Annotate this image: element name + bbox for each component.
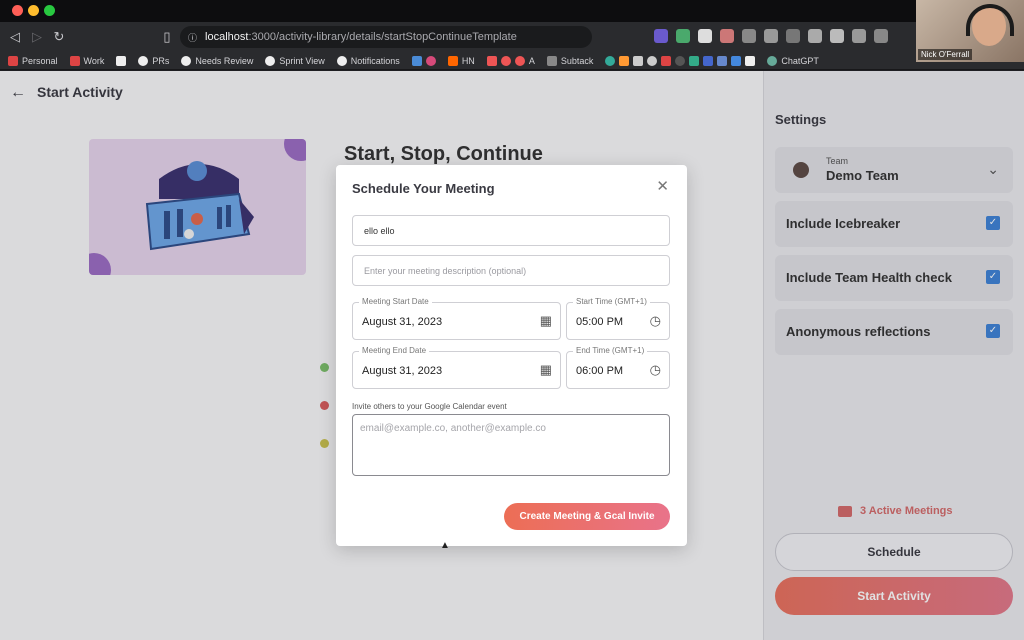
end-time-label: End Time (GMT+1) [573, 346, 648, 355]
clock-icon[interactable]: ◷ [650, 313, 661, 329]
end-date-label: Meeting End Date [359, 346, 430, 355]
github-icon [265, 55, 276, 66]
bookmark-personal[interactable]: Personal [8, 55, 58, 66]
bookmark-work[interactable]: Work [69, 55, 104, 66]
chatgpt-icon [767, 55, 778, 66]
extension-icon[interactable] [742, 29, 756, 43]
start-date-picker[interactable]: Meeting Start Date August 31, 2023 ▦ [352, 297, 561, 340]
app-icon [731, 55, 742, 66]
start-time-label: Start Time (GMT+1) [573, 297, 650, 306]
gmail-icon [8, 55, 18, 66]
bookmark-sprint-view[interactable]: Sprint View [265, 55, 325, 66]
extension-icon[interactable] [720, 29, 734, 43]
end-time-value: 06:00 PM [576, 365, 624, 377]
bookmark-needs-review[interactable]: Needs Review [181, 55, 253, 66]
extension-icon[interactable] [852, 29, 866, 43]
extension-icon[interactable] [830, 29, 844, 43]
modal-title: Schedule Your Meeting [352, 181, 495, 196]
headphones-image [966, 4, 1014, 36]
extension-icon[interactable] [808, 29, 822, 43]
start-date-label: Meeting Start Date [359, 297, 432, 306]
end-date-value: August 31, 2023 [362, 365, 443, 377]
meeting-description-input[interactable]: Enter your meeting description (optional… [352, 255, 670, 286]
bookmark-icons[interactable] [605, 55, 756, 66]
close-icon[interactable]: ✕ [656, 177, 669, 195]
bookmark-notifications[interactable]: Notifications [336, 55, 400, 66]
app-icon [675, 55, 686, 66]
extensions-row [654, 29, 888, 43]
app-icon [605, 55, 616, 66]
close-window-button[interactable] [12, 5, 23, 16]
invite-emails-textarea[interactable]: email@example.co, another@example.co [352, 414, 670, 476]
calendar-icon[interactable]: ▦ [540, 313, 552, 329]
app-icon [633, 55, 644, 66]
info-icon: ⓘ [188, 32, 198, 43]
github-icon [138, 55, 149, 66]
bookmark-a[interactable]: A [486, 55, 535, 66]
window-titlebar [0, 0, 1024, 22]
video-call-thumbnail: Nick O'Ferrall [916, 0, 1024, 62]
back-icon[interactable]: ◁ [4, 29, 26, 45]
extension-icon[interactable] [654, 29, 668, 43]
hacker-news-icon [447, 55, 458, 66]
app-icon [425, 55, 436, 66]
github-icon [336, 55, 347, 66]
url-path: :3000/activity-library/details/startStop… [248, 31, 517, 43]
extension-icon[interactable] [786, 29, 800, 43]
trello-icon [116, 55, 127, 66]
meeting-name-input[interactable]: ello ello [352, 215, 670, 246]
mouse-cursor-icon: ▲ [440, 540, 450, 551]
start-time-value: 05:00 PM [576, 316, 624, 328]
start-time-picker[interactable]: Start Time (GMT+1) 05:00 PM ◷ [566, 297, 670, 340]
address-bar[interactable]: ⓘ localhost :3000/activity-library/detai… [180, 26, 592, 48]
gmail-icon [69, 55, 80, 66]
minimize-window-button[interactable] [28, 5, 39, 16]
bookmark-hn[interactable]: HN [447, 55, 475, 66]
app-icon [745, 55, 756, 66]
schedule-meeting-modal: Schedule Your Meeting ✕ ello ello Enter … [336, 165, 687, 546]
app-icon [689, 55, 700, 66]
reload-icon[interactable]: ↻ [48, 29, 70, 45]
end-time-picker[interactable]: End Time (GMT+1) 06:00 PM ◷ [566, 346, 670, 389]
participant-name: Nick O'Ferrall [918, 49, 973, 60]
extension-icon[interactable] [874, 29, 888, 43]
bookmark-misc[interactable] [411, 55, 436, 66]
app-icon [661, 55, 672, 66]
bookmark-icon[interactable]: ▯ [156, 29, 178, 45]
url-host: localhost [205, 31, 249, 43]
bookmarks-bar: Personal Work PRs Needs Review Sprint Vi… [0, 52, 1024, 70]
app-icon [619, 55, 630, 66]
zoom-window-button[interactable] [44, 5, 55, 16]
app-icon [411, 55, 422, 66]
clock-icon[interactable]: ◷ [650, 362, 661, 378]
calendar-icon[interactable]: ▦ [540, 362, 552, 378]
app-icon [500, 55, 511, 66]
bookmark-chatgpt[interactable]: ChatGPT [767, 55, 819, 66]
extension-icon[interactable] [698, 29, 712, 43]
forward-icon[interactable]: ▷ [26, 29, 48, 45]
bookmark-prs[interactable]: PRs [138, 55, 169, 66]
invite-label: Invite others to your Google Calendar ev… [352, 402, 507, 411]
extension-icon[interactable] [764, 29, 778, 43]
app-icon [703, 55, 714, 66]
app-icon [717, 55, 728, 66]
github-icon [181, 55, 192, 66]
bookmark-subtack[interactable]: Subtack [546, 55, 593, 66]
extension-icon[interactable] [676, 29, 690, 43]
end-date-picker[interactable]: Meeting End Date August 31, 2023 ▦ [352, 346, 561, 389]
app-icon [486, 55, 497, 66]
folder-icon [546, 55, 557, 66]
create-meeting-button[interactable]: Create Meeting & Gcal Invite [504, 503, 670, 530]
app-icon [647, 55, 658, 66]
bookmark-trello[interactable] [116, 55, 127, 66]
start-date-value: August 31, 2023 [362, 316, 443, 328]
app-icon [514, 55, 525, 66]
